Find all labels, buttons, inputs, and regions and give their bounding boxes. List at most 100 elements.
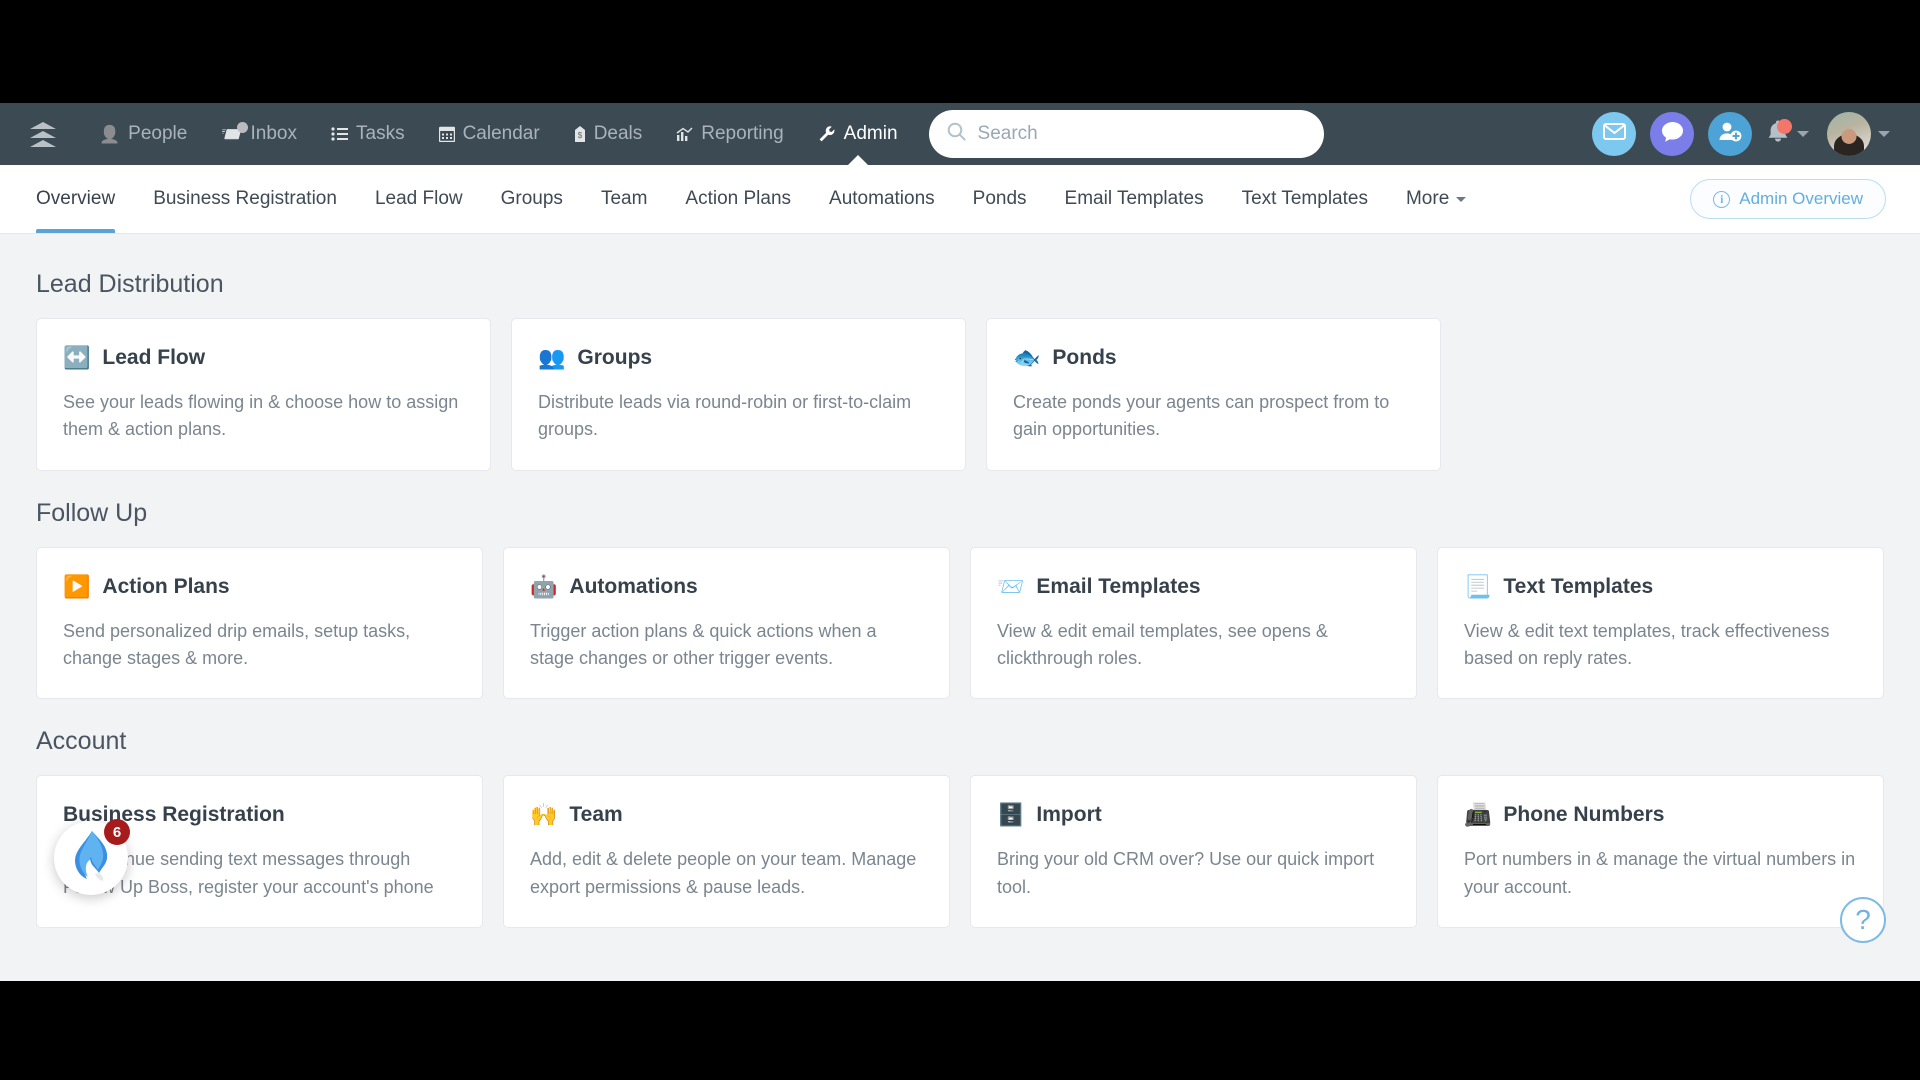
raised-hands-icon: 🙌 (530, 802, 558, 828)
tab-team[interactable]: Team (582, 165, 666, 233)
card-action-plans[interactable]: ▶️ Action Plans Send personalized drip e… (36, 546, 483, 700)
card-description: Create ponds your agents can prospect fr… (1013, 392, 1390, 440)
card-text-templates[interactable]: 📃 Text Templates View & edit text templa… (1437, 546, 1884, 700)
envelope-icon (1602, 123, 1626, 145)
tab-label: Business Registration (153, 188, 337, 209)
nav-item-tasks[interactable]: Tasks (314, 103, 422, 165)
notifications-bell[interactable] (1766, 119, 1809, 149)
primary-nav-items: 👤 People 📨 Inbox Tasks Calendar $ Deals … (82, 103, 915, 166)
email-button[interactable] (1592, 112, 1636, 156)
card-title: Text Templates (1503, 574, 1654, 598)
card-description: Port numbers in & manage the virtual num… (1464, 849, 1856, 897)
card-title: Import (1036, 803, 1102, 827)
nav-item-people[interactable]: 👤 People (82, 103, 204, 165)
chat-bubble-icon (1661, 121, 1684, 148)
section-lead-distribution: Lead Distribution ↔️ Lead Flow See your … (36, 270, 1884, 471)
help-button[interactable]: ? (1840, 897, 1886, 943)
robot-icon: 🤖 (530, 573, 558, 599)
nav-item-reporting[interactable]: Reporting (659, 103, 800, 165)
tab-label: Automations (829, 188, 935, 209)
play-button-icon: ▶️ (63, 573, 91, 599)
card-title: Lead Flow (102, 346, 206, 369)
tab-label: Team (600, 188, 648, 209)
card-description: View & edit email templates, see opens &… (997, 620, 1328, 669)
card-description: Send personalized drip emails, setup tas… (63, 620, 411, 669)
card-header: ↔️ Lead Flow (63, 346, 464, 370)
card-title: Ponds (1052, 346, 1117, 369)
card-import[interactable]: 🗄️ Import Bring your old CRM over? Use o… (970, 775, 1417, 929)
card-automations[interactable]: 🤖 Automations Trigger action plans & qui… (503, 546, 950, 700)
tab-text-templates[interactable]: Text Templates (1223, 165, 1387, 233)
card-header: 📠 Phone Numbers (1464, 803, 1857, 827)
nav-label-calendar: Calendar (462, 123, 540, 144)
tab-groups[interactable]: Groups (482, 165, 582, 233)
nav-label-deals: Deals (593, 123, 643, 144)
nav-label-tasks: Tasks (356, 123, 405, 144)
card-header: 🗄️ Import (997, 803, 1390, 827)
nav-label-admin: Admin (843, 123, 898, 144)
admin-tabs: Overview Business Registration Lead Flow… (36, 165, 1485, 233)
tab-action-plans[interactable]: Action Plans (666, 165, 810, 233)
card-ponds[interactable]: 🐟 Ponds Create ponds your agents can pro… (986, 318, 1441, 471)
admin-overview-button[interactable]: i Admin Overview (1690, 179, 1886, 219)
card-team[interactable]: 🙌 Team Add, edit & delete people on your… (503, 775, 950, 929)
nav-label-people: People (128, 123, 188, 144)
nav-item-calendar[interactable]: Calendar (422, 103, 557, 165)
tab-email-templates[interactable]: Email Templates (1046, 165, 1223, 233)
card-description: Bring your old CRM over? Use our quick i… (997, 849, 1375, 897)
tasks-list-icon (331, 127, 348, 141)
tab-label: More (1405, 188, 1450, 209)
card-description: View & edit text templates, track effect… (1464, 620, 1830, 669)
nav-item-admin[interactable]: Admin (801, 103, 915, 166)
wrench-icon (818, 125, 836, 143)
tab-label: Lead Flow (374, 188, 463, 209)
section-follow-up: Follow Up ▶️ Action Plans Send personali… (36, 499, 1884, 700)
card-title: Automations (569, 574, 698, 598)
app-root: 👤 People 📨 Inbox Tasks Calendar $ Deals … (0, 103, 1920, 981)
add-person-icon (1718, 121, 1742, 147)
tab-label: Ponds (972, 188, 1027, 209)
card-header: 👥 Groups (538, 346, 939, 370)
follow-up-boss-logo[interactable] (26, 117, 60, 151)
add-person-button[interactable] (1708, 112, 1752, 156)
nav-label-inbox: Inbox (250, 123, 297, 144)
messages-button[interactable] (1650, 112, 1694, 156)
incoming-envelope-icon: 📨 (997, 573, 1025, 599)
info-icon: i (1713, 190, 1731, 208)
card-header: 🙌 Team (530, 803, 923, 827)
card-description: Add, edit & delete people on your team. … (530, 849, 917, 897)
tab-more[interactable]: More (1387, 165, 1485, 233)
card-email-templates[interactable]: 📨 Email Templates View & edit email temp… (970, 546, 1417, 700)
inbox-unread-badge (236, 121, 248, 133)
section-account: Account Business Registration To continu… (36, 727, 1884, 929)
person-icon: 👤 (99, 124, 121, 144)
nav-item-inbox[interactable]: 📨 Inbox (204, 103, 314, 165)
card-phone-numbers[interactable]: 📠 Phone Numbers Port numbers in & manage… (1437, 775, 1884, 929)
calendar-icon (438, 126, 455, 142)
card-header: 🐟 Ponds (1013, 346, 1414, 370)
card-header: 📨 Email Templates (997, 575, 1390, 599)
card-row: ↔️ Lead Flow See your leads flowing in &… (36, 318, 1884, 471)
nav-item-deals[interactable]: $ Deals (557, 103, 660, 165)
card-title: Email Templates (1036, 574, 1201, 598)
card-row: Business Registration To continue sendin… (36, 775, 1884, 929)
card-lead-flow[interactable]: ↔️ Lead Flow See your leads flowing in &… (36, 318, 491, 471)
follow-up-boss-chat-widget[interactable]: 6 (54, 819, 130, 895)
tab-business-registration[interactable]: Business Registration (134, 165, 356, 233)
tab-overview[interactable]: Overview (36, 165, 134, 233)
search-input[interactable] (977, 123, 1306, 145)
tab-lead-flow[interactable]: Lead Flow (356, 165, 482, 233)
logo-chevron-top (30, 121, 56, 129)
tab-automations[interactable]: Automations (810, 165, 954, 233)
account-menu[interactable] (1827, 112, 1890, 156)
tab-label: Action Plans (685, 188, 792, 209)
file-cabinet-icon: 🗄️ (997, 802, 1025, 828)
card-groups[interactable]: 👥 Groups Distribute leads via round-robi… (511, 318, 966, 471)
tab-label: Overview (36, 188, 116, 209)
fish-icon: 🐟 (1013, 345, 1041, 370)
global-search[interactable] (928, 110, 1324, 158)
tab-label: Email Templates (1064, 188, 1204, 209)
chat-unread-badge: 6 (104, 819, 130, 845)
chevron-down-icon (1456, 196, 1467, 202)
tab-ponds[interactable]: Ponds (954, 165, 1046, 233)
